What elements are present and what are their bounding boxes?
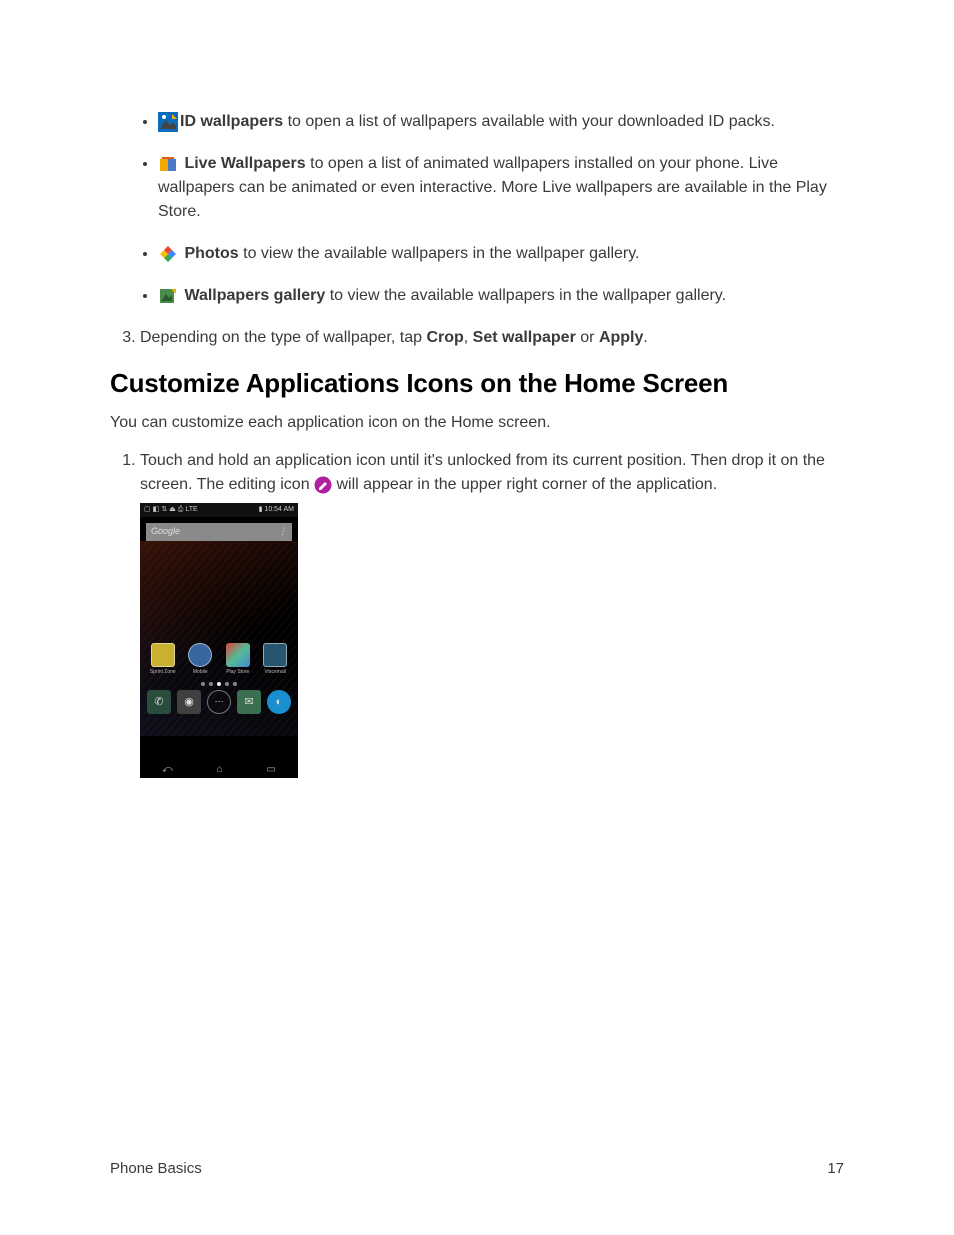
- step1-part2: will appear in the upper right corner of…: [332, 476, 717, 493]
- section-intro: You can customize each application icon …: [110, 411, 844, 435]
- id-wallpapers-text: to open a list of wallpapers available w…: [283, 113, 775, 130]
- status-time: 10:54 AM: [264, 506, 294, 513]
- app-mobile: Mobile: [186, 643, 214, 677]
- photos-icon: [158, 244, 178, 264]
- phone-nav-bar: ⤺ ⌂ ▭: [140, 760, 298, 778]
- photos-label: Photos: [184, 245, 238, 262]
- section-heading: Customize Applications Icons on the Home…: [110, 368, 844, 399]
- step3-sep2: or: [576, 329, 599, 346]
- mic-icon: ⋮: [278, 525, 287, 539]
- footer-page-number: 17: [827, 1160, 844, 1177]
- step-1: Touch and hold an application icon until…: [140, 449, 844, 778]
- wallpapers-gallery-label: Wallpapers gallery: [184, 287, 325, 304]
- outer-steps-1: Touch and hold an application icon until…: [110, 449, 844, 778]
- list-item: Live Wallpapers to open a list of animat…: [158, 152, 844, 224]
- dock-browser-icon: ◐: [267, 690, 291, 714]
- list-item: ID wallpapers to open a list of wallpape…: [158, 110, 844, 134]
- dock-messaging-icon: ✉: [237, 690, 261, 714]
- photos-text: to view the available wallpapers in the …: [239, 245, 640, 262]
- step3-apply: Apply: [599, 329, 643, 346]
- status-lte: LTE: [185, 505, 197, 516]
- dock-apps-icon: ⋯: [207, 690, 231, 714]
- wallpaper-options-list: ID wallpapers to open a list of wallpape…: [110, 110, 844, 308]
- phone-app-row: Sprint Zone Mobile Play Store Voicemail: [140, 643, 298, 677]
- step3-sep1: ,: [464, 329, 473, 346]
- step3-end: .: [643, 329, 647, 346]
- app-sprint-zone: Sprint Zone: [149, 643, 177, 677]
- list-item: Photos to view the available wallpapers …: [158, 242, 844, 266]
- app-play-store: Play Store: [224, 643, 252, 677]
- live-wallpapers-icon: [158, 154, 178, 174]
- page-footer: Phone Basics 17: [110, 1160, 844, 1177]
- search-placeholder: Google: [151, 525, 180, 539]
- nav-back-icon: ⤺: [162, 762, 173, 777]
- dock-phone-icon: ✆: [147, 690, 171, 714]
- id-wallpapers-icon: [158, 112, 178, 132]
- step3-pre: Depending on the type of wallpaper, tap: [140, 329, 426, 346]
- live-wallpapers-label: Live Wallpapers: [184, 155, 305, 172]
- app-voicemail: Voicemail: [261, 643, 289, 677]
- wallpapers-gallery-text: to view the available wallpapers in the …: [325, 287, 726, 304]
- wallpapers-gallery-icon: [158, 286, 178, 306]
- phone-screenshot: ▢◧⇅⏏ ⎙LTE ▮ 10:54 AM Google ⋮ Sprint Zon…: [140, 503, 298, 778]
- nav-recent-icon: ▭: [267, 762, 276, 777]
- phone-status-bar: ▢◧⇅⏏ ⎙LTE ▮ 10:54 AM: [140, 503, 298, 517]
- id-wallpapers-label: ID wallpapers: [180, 113, 283, 130]
- phone-dock: ✆ ◉ ⋯ ✉ ◐: [140, 686, 298, 718]
- footer-section: Phone Basics: [110, 1160, 202, 1177]
- step3-set: Set wallpaper: [473, 329, 576, 346]
- dock-camera-icon: ◉: [177, 690, 201, 714]
- step-3: Depending on the type of wallpaper, tap …: [140, 326, 844, 350]
- outer-steps-3: Depending on the type of wallpaper, tap …: [110, 326, 844, 350]
- phone-wallpaper-area: Sprint Zone Mobile Play Store Voicemail …: [140, 541, 298, 736]
- editing-icon: [314, 476, 332, 494]
- step3-crop: Crop: [426, 329, 463, 346]
- list-item: Wallpapers gallery to view the available…: [158, 284, 844, 308]
- nav-home-icon: ⌂: [217, 762, 223, 777]
- phone-search-bar: Google ⋮: [146, 523, 292, 541]
